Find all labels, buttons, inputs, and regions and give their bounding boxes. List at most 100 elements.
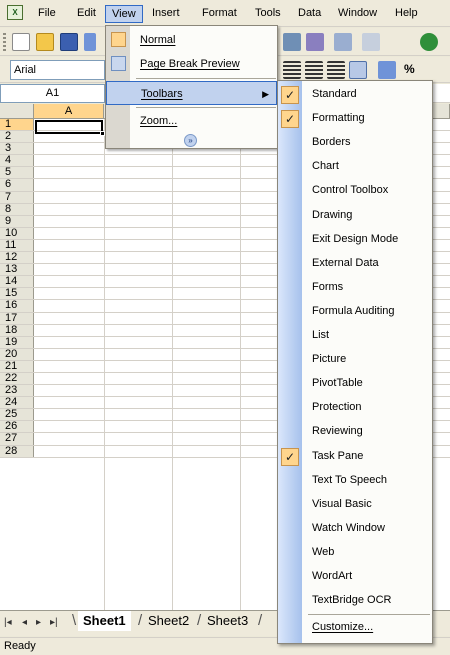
menu-view[interactable]: View [105,5,143,23]
percent-style-button[interactable]: % [404,62,415,76]
menu-separator [136,107,276,108]
menu-item-wordart[interactable]: WordArt [278,565,432,589]
menu-item-task-pane[interactable]: ✓ Task Pane [278,445,432,469]
row-header[interactable]: 8 [0,203,34,215]
prev-sheet-icon[interactable]: ◂ [22,617,27,628]
row-header[interactable]: 27 [0,433,34,445]
row-header[interactable]: 25 [0,409,34,421]
tab-sheet2[interactable]: Sheet2 [143,611,194,631]
next-sheet-icon[interactable]: ▸ [36,617,41,628]
menu-item-list[interactable]: List [278,324,432,348]
menu-edit[interactable]: Edit [71,5,102,23]
menu-item-label: Picture [312,353,347,366]
row-header[interactable]: 17 [0,312,34,324]
menu-item-formatting[interactable]: ✓ Formatting [278,107,432,131]
merge-center-icon[interactable] [349,61,367,79]
menu-item-visual-basic[interactable]: Visual Basic [278,493,432,517]
row-header[interactable]: 7 [0,191,34,203]
redo-icon[interactable] [362,33,380,51]
menu-item-pivottable[interactable]: PivotTable [278,372,432,396]
row-header[interactable]: 16 [0,300,34,312]
menu-help[interactable]: Help [389,5,424,23]
align-right-icon[interactable] [327,61,345,79]
row-header[interactable]: 9 [0,215,34,227]
undo-icon[interactable] [334,33,352,51]
row-header[interactable]: 26 [0,421,34,433]
row-header[interactable]: 22 [0,372,34,385]
double-chevron-down-icon[interactable]: » [184,134,197,147]
paste-icon[interactable] [283,33,301,51]
row-header[interactable]: 2 [0,131,34,143]
menu-item-label: Forms [312,280,344,293]
menu-item-forms[interactable]: Forms [278,276,432,300]
menu-item-text-to-speech[interactable]: Text To Speech [278,469,432,493]
menu-item-protection[interactable]: Protection [278,396,432,420]
active-cell-a1[interactable] [35,120,105,136]
menu-item-exit-design-mode[interactable]: Exit Design Mode [278,228,432,252]
menu-data[interactable]: Data [292,5,327,23]
menu-item-watch-window[interactable]: Watch Window [278,517,432,541]
row-header[interactable]: 5 [0,167,34,179]
row-header[interactable]: 1 [0,118,34,131]
menu-item-customize[interactable]: Customize... [278,616,432,640]
align-left-icon[interactable] [283,61,301,79]
row-header[interactable]: 19 [0,336,34,348]
currency-icon[interactable] [378,61,396,79]
row-header[interactable]: 24 [0,397,34,409]
open-folder-icon[interactable] [36,33,54,51]
menu-format[interactable]: Format [196,5,243,23]
menu-item-chart[interactable]: Chart [278,155,432,179]
font-name-box[interactable]: Arial [10,60,105,80]
menu-item-picture[interactable]: Picture [278,348,432,372]
menu-insert[interactable]: Insert [146,5,186,23]
row-header[interactable]: 20 [0,348,34,360]
row-header[interactable]: 4 [0,155,34,167]
tab-sheet1[interactable]: Sheet1 [78,611,131,631]
first-sheet-icon[interactable]: |◂ [4,617,12,628]
column-header-a[interactable]: A [34,104,104,119]
column-header[interactable] [433,104,450,119]
row-header[interactable]: 21 [0,360,34,372]
row-header[interactable]: 15 [0,288,34,300]
row-header[interactable]: 13 [0,264,34,276]
menu-item-label: TextBridge OCR [312,594,392,607]
select-all-corner[interactable] [0,104,34,119]
menu-window[interactable]: Window [332,5,383,23]
hyperlink-icon[interactable] [420,33,438,51]
menu-item-web[interactable]: Web [278,541,432,565]
row-header[interactable]: 14 [0,276,34,288]
format-painter-icon[interactable] [306,33,324,51]
menu-item-textbridge-ocr[interactable]: TextBridge OCR [278,589,432,613]
row-header[interactable]: 28 [0,445,34,457]
menu-item-external-data[interactable]: External Data [278,252,432,276]
excel-icon[interactable]: X [7,5,23,20]
menu-file[interactable]: File [32,5,62,23]
tab-sheet3[interactable]: Sheet3 [202,611,253,631]
row-header[interactable]: 3 [0,143,34,155]
menu-item-formula-auditing[interactable]: Formula Auditing [278,300,432,324]
last-sheet-icon[interactable]: ▸| [50,617,58,628]
row-header[interactable]: 6 [0,179,34,191]
new-document-icon[interactable] [12,33,30,51]
row-header[interactable]: 18 [0,324,34,336]
toolbar-grip[interactable] [3,33,6,51]
menu-item-borders[interactable]: Borders [278,131,432,155]
menu-item-standard[interactable]: ✓ Standard [278,83,432,107]
align-center-icon[interactable] [305,61,323,79]
permission-icon[interactable] [84,33,96,51]
row-header[interactable]: 23 [0,385,34,397]
menu-item-drawing[interactable]: Drawing [278,204,432,228]
menu-tools[interactable]: Tools [249,5,287,23]
menu-item-label: External Data [312,256,379,269]
row-header[interactable]: 11 [0,239,34,252]
menu-item-reviewing[interactable]: Reviewing [278,420,432,444]
menu-item-toolbars[interactable]: Toolbars ▶ [106,81,277,105]
save-icon[interactable] [60,33,78,51]
row-header[interactable]: 10 [0,227,34,239]
row-header[interactable]: 12 [0,251,34,264]
menu-item-zoom[interactable]: Zoom... [106,109,277,133]
menu-item-normal[interactable]: Normal [106,28,277,52]
menu-item-page-break-preview[interactable]: Page Break Preview [106,52,277,76]
name-box[interactable]: A1 [0,84,105,103]
menu-item-control-toolbox[interactable]: Control Toolbox [278,179,432,203]
